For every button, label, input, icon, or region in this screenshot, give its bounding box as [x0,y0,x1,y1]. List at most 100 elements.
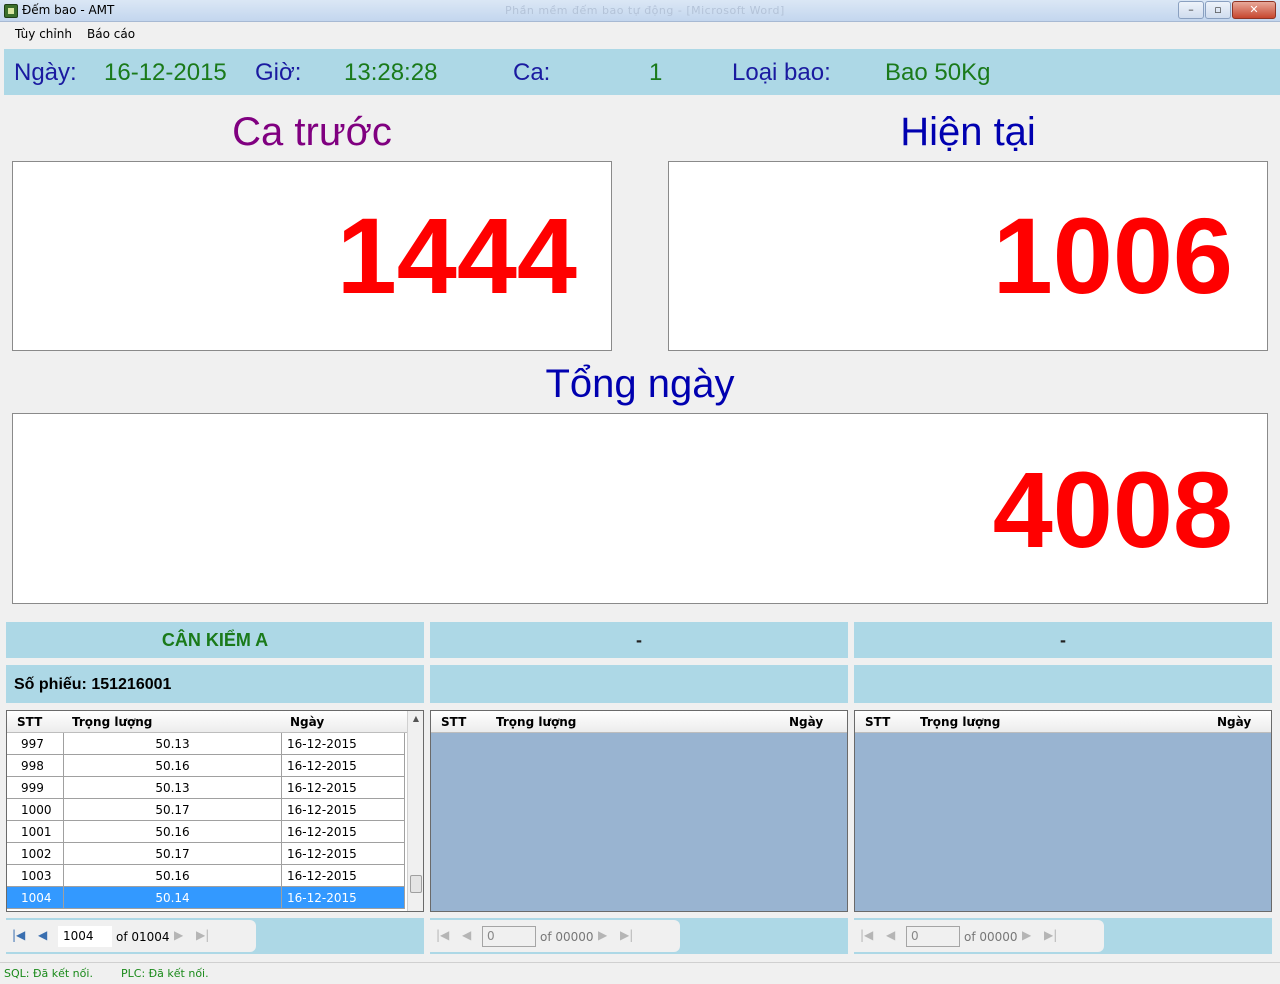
cell-weight: 50.13 [64,777,282,799]
window-controls: – ▫ ✕ [1177,1,1276,19]
record-position-input[interactable]: 1004 [58,926,112,947]
table-row[interactable]: 997 50.13 16-12-2015 12:57:56 [7,733,405,773]
close-button[interactable]: ✕ [1232,1,1276,19]
table-row[interactable]: 1000 50.17 16-12-2015 12:58:22 [7,799,405,839]
sql-status: SQL: Đã kết nối. [4,967,93,980]
previous-shift-title: Ca trước [232,110,392,154]
time-label: Giờ: [255,59,302,86]
table-row[interactable]: 998 50.16 16-12-2015 12:58:03 [7,755,405,795]
scale-c-ticket-number [854,665,1272,703]
current-count: 1006 [992,195,1233,316]
table-row[interactable]: 1002 50.17 16-12-2015 12:58:39 [7,843,405,883]
app-icon [4,4,18,18]
window-title: Đếm bao - AMT [22,3,115,17]
cell-stt: 998 [7,755,64,777]
title-bar: Đếm bao - AMT Phần mềm đếm bao tự động -… [0,0,1280,22]
time-value: 13:28:28 [344,59,438,86]
cell-weight: 50.16 [64,755,282,777]
cell-date: 16-12-2015 12:58:49 [282,865,405,905]
record-position-input[interactable]: 0 [906,926,960,947]
previous-shift-counter-box: 1444 [12,161,612,351]
cell-stt: 1004 [7,887,64,909]
table-row[interactable]: 999 50.13 16-12-2015 12:58:11 [7,777,405,817]
table-row-selected[interactable]: 1004 50.14 16-12-2015 13:13:39 [7,887,405,909]
scale-c-header: - [854,622,1272,658]
scale-c-navigator: |◀ ◀ 0 of 00000 ▶ ▶| [854,918,1272,954]
cell-date: 16-12-2015 12:58:39 [282,843,405,883]
cell-stt: 1002 [7,843,64,865]
cell-weight: 50.17 [64,843,282,865]
maximize-button[interactable]: ▫ [1205,1,1231,19]
date-value: 16-12-2015 [104,59,227,86]
bag-type-value: Bao 50Kg [885,59,991,86]
scale-c-grid-header: STT Trọng lượng Ngày [855,711,1271,733]
cell-stt: 1001 [7,821,64,843]
last-record-icon[interactable]: ▶| [196,928,209,942]
scroll-thumb[interactable] [410,875,422,893]
column-stt[interactable]: STT [17,715,42,729]
shift-label: Ca: [513,59,551,86]
current-counter-box: 1006 [668,161,1268,351]
scroll-down-arrow-icon[interactable] [408,895,423,911]
column-weight[interactable]: Trọng lượng [496,715,576,729]
first-record-icon[interactable]: |◀ [12,928,25,942]
cell-date: 16-12-2015 13:13:39 [282,887,405,909]
scroll-up-arrow-icon[interactable]: ▲ [408,711,423,727]
column-date[interactable]: Ngày [789,715,823,729]
scale-a-scrollbar[interactable]: ▲ [407,711,423,911]
scale-b-grid-header: STT Trọng lượng Ngày [431,711,847,733]
cell-date: 16-12-2015 12:58:03 [282,755,405,795]
date-label: Ngày: [14,59,77,86]
scale-a-grid-body: 997 50.13 16-12-2015 12:57:56 998 50.16 … [7,733,423,911]
menu-bar: Tùy chỉnh Báo cáo [0,22,1280,46]
scale-a-grid[interactable]: STT Trọng lượng Ngày 997 50.13 16-12-201… [6,710,424,912]
first-record-icon[interactable]: |◀ [436,928,449,942]
navigator-toolbar: |◀ ◀ 0 of 00000 ▶ ▶| [430,920,680,952]
cell-weight: 50.16 [64,865,282,887]
cell-weight: 50.14 [64,887,282,909]
column-weight[interactable]: Trọng lượng [920,715,1000,729]
last-record-icon[interactable]: ▶| [1044,928,1057,942]
prev-record-icon[interactable]: ◀ [886,928,895,942]
column-date[interactable]: Ngày [290,715,324,729]
cell-weight: 50.17 [64,799,282,821]
table-row[interactable]: 1003 50.16 16-12-2015 12:58:49 [7,865,405,905]
cell-date: 16-12-2015 12:58:29 [282,821,405,861]
menu-reports[interactable]: Báo cáo [87,27,135,41]
prev-record-icon[interactable]: ◀ [38,928,47,942]
first-record-icon[interactable]: |◀ [860,928,873,942]
scale-a-ticket-number: Số phiếu: 151216001 [6,665,424,703]
column-stt[interactable]: STT [865,715,890,729]
daily-total-count: 4008 [992,449,1233,570]
scale-a-grid-header: STT Trọng lượng Ngày [7,711,423,733]
column-date[interactable]: Ngày [1217,715,1251,729]
info-bar: Ngày: 16-12-2015 Giờ: 13:28:28 Ca: 1 Loạ… [4,49,1280,95]
plc-status: PLC: Đã kết nối. [121,967,209,980]
record-position-input[interactable]: 0 [482,926,536,947]
cell-weight: 50.16 [64,821,282,843]
cell-stt: 999 [7,777,64,799]
navigator-toolbar: |◀ ◀ 1004 of 01004 ▶ ▶| [6,920,256,952]
scale-b-header: - [430,622,848,658]
next-record-icon[interactable]: ▶ [1022,928,1031,942]
table-row[interactable]: 1001 50.16 16-12-2015 12:58:29 [7,821,405,861]
menu-settings[interactable]: Tùy chỉnh [15,27,72,41]
scale-a-navigator: |◀ ◀ 1004 of 01004 ▶ ▶| [6,918,424,954]
next-record-icon[interactable]: ▶ [598,928,607,942]
status-bar: SQL: Đã kết nối. PLC: Đã kết nối. [0,962,1280,984]
cell-date: 16-12-2015 12:58:11 [282,777,405,817]
column-stt[interactable]: STT [441,715,466,729]
record-count: of 00000 [540,930,594,944]
scale-b-grid[interactable]: STT Trọng lượng Ngày [430,710,848,912]
navigator-toolbar: |◀ ◀ 0 of 00000 ▶ ▶| [854,920,1104,952]
shift-value: 1 [649,59,663,86]
last-record-icon[interactable]: ▶| [620,928,633,942]
column-weight[interactable]: Trọng lượng [72,715,152,729]
minimize-button[interactable]: – [1178,1,1204,19]
bag-type-label: Loại bao: [732,59,831,86]
scale-c-grid[interactable]: STT Trọng lượng Ngày [854,710,1272,912]
next-record-icon[interactable]: ▶ [174,928,183,942]
scale-a-header: CÂN KIỂM A [6,622,424,658]
record-count: of 00000 [964,930,1018,944]
prev-record-icon[interactable]: ◀ [462,928,471,942]
